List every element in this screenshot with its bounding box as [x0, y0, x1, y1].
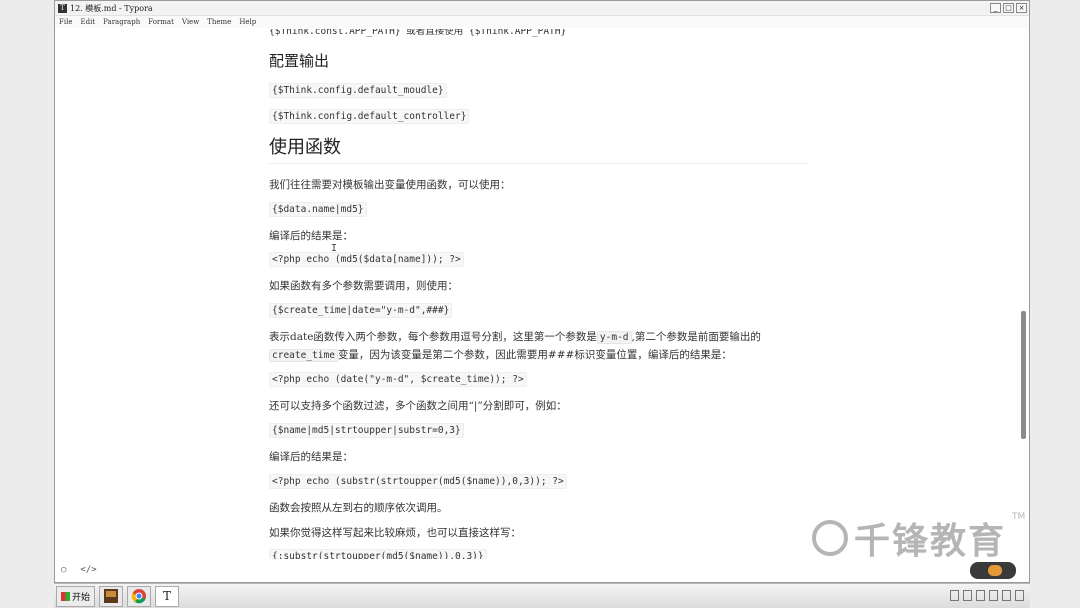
desktop: T 12. 模板.md - Typora _ □ × File Edit Par…	[0, 0, 1080, 608]
watermark-brand: 千锋教育	[854, 521, 1007, 562]
close-button[interactable]: ×	[1016, 3, 1027, 13]
top-code-line: {$Think.const.APP_PATH} 或者直接使用 {$Think.A…	[269, 29, 567, 37]
trademark-mark: TM	[1012, 512, 1026, 522]
paragraph-explain-line-1: 表示date函数传入两个参数，每个参数用逗号分割，这里第一个参数是 y-m-d ,第…	[269, 329, 761, 344]
source-code-toggle-icon[interactable]: </>	[80, 565, 96, 575]
outline-toggle-icon[interactable]: ○	[61, 565, 66, 575]
inline-code-ymd: y-m-d	[596, 331, 632, 344]
paragraph-intro: 我们往往需要对模板输出变量使用函数，可以使用：	[269, 179, 511, 191]
scrollbar-track[interactable]	[1019, 29, 1027, 559]
brand-logo-icon	[812, 520, 848, 556]
menu-help[interactable]: Help	[239, 18, 256, 26]
volume-icon[interactable]	[1002, 590, 1011, 601]
paragraph-filters: 还可以支持多个函数过滤，多个函数之间用“|”分割即可，例如：	[269, 400, 567, 412]
heading-use-functions: 使用函数	[269, 137, 341, 158]
tray-icon-2[interactable]	[963, 590, 972, 601]
taskbar-app-1[interactable]	[99, 585, 124, 607]
explain-text-c: 变量，因为该变量是第二个参数，因此需要用###标识变量位置，编译后的结果是：	[337, 349, 732, 361]
explain-text-b: ,第二个参数是前面要输出的	[631, 331, 761, 343]
chrome-icon	[131, 589, 147, 604]
paragraph-direct: 如果你觉得这样写起来比较麻烦，也可以直接这样写：	[269, 527, 521, 539]
taskbar-chrome[interactable]	[127, 585, 152, 607]
title-bar: T 12. 模板.md - Typora _ □ ×	[55, 1, 1029, 16]
code-config-module: {$Think.config.default_moudle}	[269, 83, 447, 98]
code-block-6: <?php echo (substr(strtoupper(md5($name)…	[269, 474, 567, 489]
minimize-button[interactable]: _	[990, 3, 1001, 13]
editor-content[interactable]: {$Think.const.APP_PATH} 或者直接使用 {$Think.A…	[55, 29, 1019, 559]
heading-underline	[269, 163, 809, 164]
menu-theme[interactable]: Theme	[207, 18, 231, 26]
menu-bar: File Edit Paragraph Format View Theme He…	[55, 16, 1029, 28]
app-icon	[104, 589, 119, 603]
typora-icon: T	[163, 589, 172, 603]
typora-app-icon: T	[58, 3, 67, 13]
code-block-5: {$name|md5|strtoupper|substr=0,3}	[269, 423, 464, 438]
window-controls: _ □ ×	[990, 3, 1027, 13]
explain-text-a: 表示date函数传入两个参数，每个参数用逗号分割，这里第一个参数是	[269, 331, 597, 343]
floating-badge-icon[interactable]	[970, 562, 1016, 579]
text-cursor-icon: I	[331, 243, 338, 254]
menu-format[interactable]: Format	[148, 18, 174, 26]
taskbar-typora[interactable]: T	[155, 585, 180, 607]
start-button[interactable]: 开始	[56, 585, 96, 607]
code-block-3: {$create_time|date="y-m-d",###}	[269, 303, 453, 318]
paragraph-order: 函数会按照从左到右的顺序依次调用。	[269, 502, 448, 514]
heading-config-output: 配置输出	[269, 52, 330, 70]
menu-view[interactable]: View	[182, 18, 199, 26]
tray-icon-6[interactable]	[1015, 590, 1024, 601]
windows-flag-icon	[61, 591, 70, 601]
window-title: 12. 模板.md - Typora	[70, 3, 153, 13]
tray-icon-1[interactable]	[950, 590, 959, 601]
system-tray	[950, 590, 1024, 601]
paragraph-explain-line-2: create_time 变量，因为该变量是第二个参数，因此需要用###标识变量位置…	[269, 347, 732, 362]
code-block-1: {$data.name|md5}	[269, 202, 367, 217]
inline-code-create-time: create_time	[269, 349, 338, 362]
tray-icon-3[interactable]	[976, 590, 985, 601]
paragraph-compiled-2: 编译后的结果是：	[269, 451, 353, 463]
start-label: 开始	[72, 592, 91, 603]
paragraph-compiled-1: 编译后的结果是：	[269, 230, 353, 242]
code-block-4: <?php echo (date("y-m-d", $create_time))…	[269, 372, 527, 387]
code-block-2: <?php echo (md5($data[name])); ?>	[269, 252, 464, 267]
code-config-controller: {$Think.config.default_controller}	[269, 109, 470, 124]
watermark: 千锋教育 TM	[812, 512, 1025, 564]
menu-edit[interactable]: Edit	[80, 18, 95, 26]
paragraph-multi-params: 如果函数有多个参数需要调用，则使用：	[269, 280, 458, 292]
maximize-button[interactable]: □	[1003, 3, 1014, 13]
scrollbar-thumb[interactable]	[1021, 311, 1026, 439]
typora-window: T 12. 模板.md - Typora _ □ × File Edit Par…	[54, 0, 1030, 583]
tray-icon-4[interactable]	[989, 590, 998, 601]
menu-file[interactable]: File	[59, 18, 72, 26]
menu-paragraph[interactable]: Paragraph	[103, 18, 140, 26]
taskbar: 开始 T	[54, 583, 1030, 608]
